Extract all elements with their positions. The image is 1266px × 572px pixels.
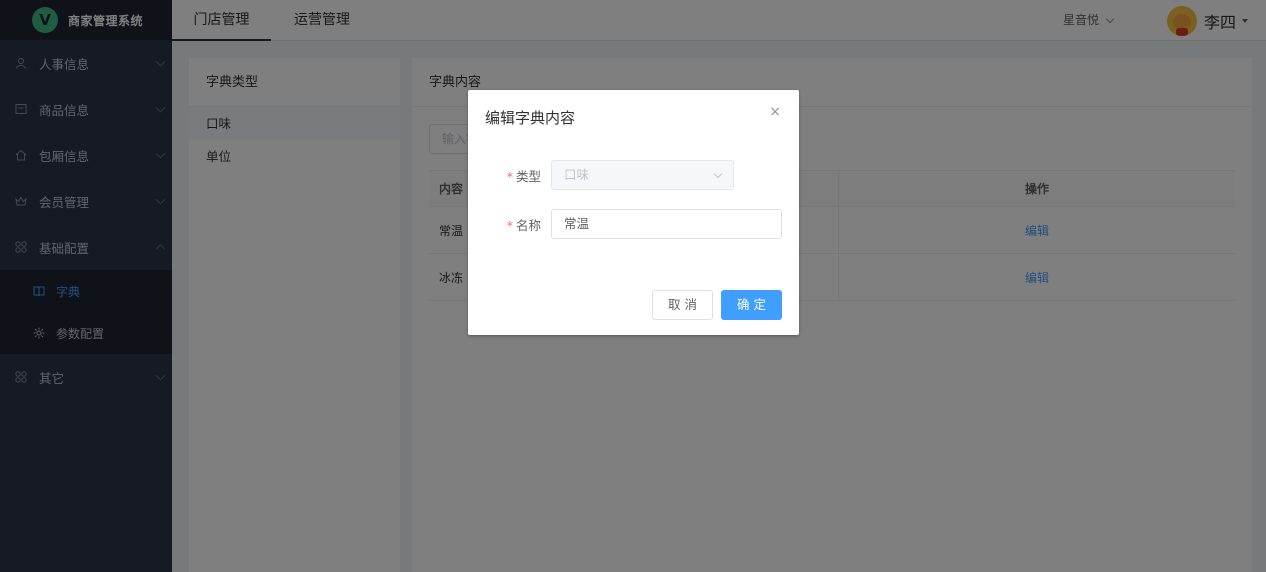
cancel-button[interactable]: 取 消 <box>652 290 713 320</box>
form-row-name: * 名称 常温 <box>468 209 782 239</box>
required-mark: * <box>506 217 513 233</box>
chevron-down-icon <box>713 169 723 179</box>
dialog-title: 编辑字典内容 <box>485 109 576 127</box>
required-mark: * <box>506 168 513 184</box>
confirm-button[interactable]: 确 定 <box>721 290 782 320</box>
close-icon[interactable]: × <box>769 104 781 120</box>
name-input[interactable]: 常温 <box>551 209 782 239</box>
form-row-type: * 类型 口味 <box>468 160 734 190</box>
type-select-value: 口味 <box>564 167 590 182</box>
name-label: * 名称 <box>506 217 541 233</box>
type-select: 口味 <box>551 160 734 190</box>
type-label: * 类型 <box>506 168 541 184</box>
edit-dict-dialog: 编辑字典内容 × * 类型 口味 * 名称 常温 取 消 确 定 <box>468 90 799 335</box>
